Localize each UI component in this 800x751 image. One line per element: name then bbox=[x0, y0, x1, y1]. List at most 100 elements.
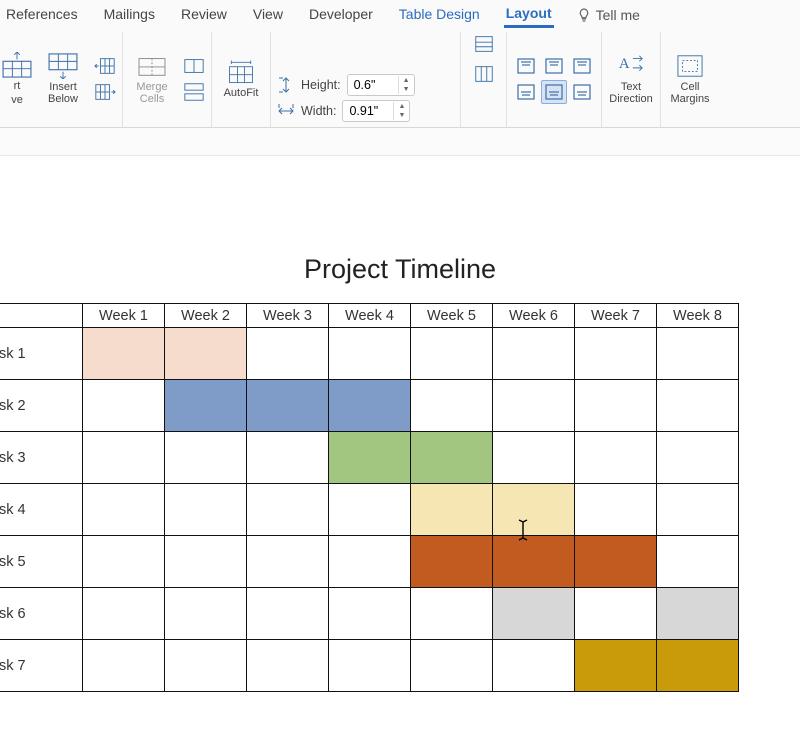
gantt-cell[interactable] bbox=[329, 432, 411, 484]
gantt-cell[interactable] bbox=[329, 484, 411, 536]
gantt-header-task[interactable] bbox=[0, 304, 83, 328]
gantt-cell[interactable] bbox=[493, 484, 575, 536]
gantt-row[interactable]: sk 1 bbox=[0, 328, 739, 380]
gantt-row[interactable]: sk 6 bbox=[0, 588, 739, 640]
merge-cells-button[interactable]: Merge Cells bbox=[129, 53, 175, 105]
gantt-row[interactable]: sk 3 bbox=[0, 432, 739, 484]
gantt-row[interactable]: sk 7 bbox=[0, 640, 739, 692]
tab-developer[interactable]: Developer bbox=[307, 4, 375, 26]
align-mid-center-button[interactable] bbox=[541, 80, 567, 104]
gantt-cell[interactable] bbox=[575, 640, 657, 692]
tab-table-design[interactable]: Table Design bbox=[397, 4, 482, 26]
gantt-cell[interactable] bbox=[329, 640, 411, 692]
gantt-cell[interactable] bbox=[165, 536, 247, 588]
gantt-cell[interactable] bbox=[657, 432, 739, 484]
gantt-cell[interactable] bbox=[657, 484, 739, 536]
gantt-cell[interactable] bbox=[575, 536, 657, 588]
gantt-cell[interactable] bbox=[657, 588, 739, 640]
gantt-task-name[interactable]: sk 1 bbox=[0, 328, 83, 380]
align-mid-right-button[interactable] bbox=[569, 80, 595, 104]
height-down[interactable]: ▼ bbox=[399, 85, 414, 94]
gantt-task-name[interactable]: sk 5 bbox=[0, 536, 83, 588]
gantt-header-week[interactable]: Week 6 bbox=[493, 304, 575, 328]
gantt-header-week[interactable]: Week 4 bbox=[329, 304, 411, 328]
tab-layout[interactable]: Layout bbox=[504, 3, 554, 28]
gantt-cell[interactable] bbox=[329, 328, 411, 380]
gantt-cell[interactable] bbox=[493, 536, 575, 588]
gantt-cell[interactable] bbox=[329, 380, 411, 432]
gantt-cell[interactable] bbox=[83, 640, 165, 692]
gantt-cell[interactable] bbox=[411, 432, 493, 484]
distribute-cols-icon[interactable] bbox=[473, 64, 495, 84]
gantt-cell[interactable] bbox=[83, 588, 165, 640]
gantt-cell[interactable] bbox=[247, 588, 329, 640]
gantt-table[interactable]: Week 1Week 2Week 3Week 4Week 5Week 6Week… bbox=[0, 303, 739, 692]
gantt-cell[interactable] bbox=[247, 380, 329, 432]
width-input[interactable] bbox=[343, 104, 393, 118]
gantt-row[interactable]: sk 4 bbox=[0, 484, 739, 536]
height-spinner[interactable]: ▲▼ bbox=[347, 74, 415, 96]
gantt-cell[interactable] bbox=[83, 536, 165, 588]
gantt-cell[interactable] bbox=[411, 536, 493, 588]
gantt-cell[interactable] bbox=[165, 328, 247, 380]
insert-below-button[interactable]: Insert Below bbox=[40, 53, 86, 105]
insert-left-icon[interactable] bbox=[94, 56, 116, 76]
gantt-header-week[interactable]: Week 1 bbox=[83, 304, 165, 328]
gantt-cell[interactable] bbox=[657, 380, 739, 432]
width-spinner[interactable]: ▲▼ bbox=[342, 100, 410, 122]
gantt-task-name[interactable]: sk 6 bbox=[0, 588, 83, 640]
tab-references[interactable]: References bbox=[4, 4, 80, 26]
width-down[interactable]: ▼ bbox=[394, 111, 409, 120]
gantt-cell[interactable] bbox=[411, 328, 493, 380]
gantt-cell[interactable] bbox=[657, 536, 739, 588]
cell-margins-button[interactable]: Cell Margins bbox=[667, 53, 713, 105]
gantt-cell[interactable] bbox=[493, 380, 575, 432]
gantt-row[interactable]: sk 2 bbox=[0, 380, 739, 432]
autofit-button[interactable]: AutoFit bbox=[218, 59, 264, 99]
align-mid-left-button[interactable] bbox=[513, 80, 539, 104]
gantt-cell[interactable] bbox=[165, 380, 247, 432]
gantt-cell[interactable] bbox=[247, 484, 329, 536]
document-area[interactable]: Project Timeline Week 1Week 2Week 3Week … bbox=[0, 156, 800, 692]
gantt-task-name[interactable]: sk 4 bbox=[0, 484, 83, 536]
width-up[interactable]: ▲ bbox=[394, 102, 409, 111]
gantt-cell[interactable] bbox=[493, 588, 575, 640]
gantt-header-week[interactable]: Week 5 bbox=[411, 304, 493, 328]
gantt-cell[interactable] bbox=[247, 536, 329, 588]
gantt-cell[interactable] bbox=[165, 640, 247, 692]
insert-above-button[interactable]: rt ve bbox=[2, 52, 32, 106]
gantt-cell[interactable] bbox=[493, 432, 575, 484]
gantt-cell[interactable] bbox=[575, 432, 657, 484]
height-up[interactable]: ▲ bbox=[399, 76, 414, 85]
gantt-cell[interactable] bbox=[83, 484, 165, 536]
gantt-cell[interactable] bbox=[493, 640, 575, 692]
gantt-task-name[interactable]: sk 2 bbox=[0, 380, 83, 432]
align-top-left-button[interactable] bbox=[513, 54, 539, 78]
insert-right-icon[interactable] bbox=[94, 82, 116, 102]
gantt-cell[interactable] bbox=[575, 380, 657, 432]
tell-me[interactable]: Tell me bbox=[576, 7, 640, 23]
gantt-cell[interactable] bbox=[247, 432, 329, 484]
align-top-center-button[interactable] bbox=[541, 54, 567, 78]
gantt-cell[interactable] bbox=[575, 588, 657, 640]
gantt-cell[interactable] bbox=[575, 484, 657, 536]
text-direction-button[interactable]: A Text Direction bbox=[608, 53, 654, 105]
gantt-header-week[interactable]: Week 7 bbox=[575, 304, 657, 328]
gantt-cell[interactable] bbox=[247, 328, 329, 380]
gantt-row[interactable]: sk 5 bbox=[0, 536, 739, 588]
gantt-task-name[interactable]: sk 7 bbox=[0, 640, 83, 692]
gantt-header-week[interactable]: Week 3 bbox=[247, 304, 329, 328]
gantt-cell[interactable] bbox=[575, 328, 657, 380]
gantt-cell[interactable] bbox=[165, 484, 247, 536]
gantt-cell[interactable] bbox=[83, 328, 165, 380]
split-cells-icon[interactable] bbox=[183, 56, 205, 76]
gantt-cell[interactable] bbox=[411, 588, 493, 640]
gantt-cell[interactable] bbox=[83, 380, 165, 432]
gantt-cell[interactable] bbox=[657, 328, 739, 380]
gantt-cell[interactable] bbox=[657, 640, 739, 692]
gantt-cell[interactable] bbox=[247, 640, 329, 692]
align-top-right-button[interactable] bbox=[569, 54, 595, 78]
tab-mailings[interactable]: Mailings bbox=[102, 4, 157, 26]
gantt-cell[interactable] bbox=[165, 432, 247, 484]
gantt-cell[interactable] bbox=[411, 380, 493, 432]
